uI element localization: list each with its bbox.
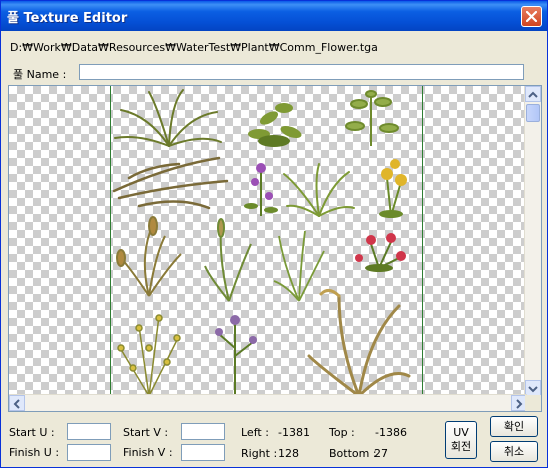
scroll-up-button[interactable] [525, 86, 541, 102]
top-value: -1386 [375, 426, 407, 439]
finish-u-input[interactable] [67, 444, 111, 461]
thin-grass-sprite [273, 230, 325, 302]
bottom-label: Bottom : [329, 447, 377, 460]
title-bar[interactable]: 풀 Texture Editor [1, 1, 547, 31]
plant-atlas [112, 89, 411, 396]
reed-sprite [204, 218, 252, 302]
name-input[interactable] [79, 64, 524, 80]
scroll-corner [525, 395, 541, 411]
start-v-label: Start V : [123, 426, 169, 439]
right-value: 128 [278, 447, 299, 460]
vertical-scroll-thumb[interactable] [526, 104, 540, 122]
right-label: Right : [241, 447, 278, 460]
ok-button[interactable]: 확인 [490, 416, 538, 437]
finish-u-label: Finish U : [9, 446, 60, 459]
wheat-sprite [116, 216, 182, 297]
left-label: Left : [241, 426, 269, 439]
grass-sprite [114, 89, 222, 147]
millet-sprite [307, 289, 411, 396]
yellow-shrub-sprite [117, 314, 181, 396]
texture-editor-window: 풀 Texture Editor D:₩Work₩Data₩Resources₩… [0, 0, 548, 468]
finish-v-input[interactable] [181, 444, 225, 461]
uv-rotate-button[interactable]: UV 회전 [445, 421, 477, 459]
top-label: Top : [329, 426, 355, 439]
bottom-value: 27 [374, 447, 388, 460]
close-icon [526, 11, 537, 22]
fallen-grass-sprite [112, 156, 229, 210]
red-flower-sprite [355, 233, 406, 272]
left-value: -1381 [278, 426, 310, 439]
start-v-input[interactable] [181, 423, 225, 440]
cancel-button[interactable]: 취소 [490, 441, 538, 462]
finish-v-label: Finish V : [123, 446, 173, 459]
start-u-input[interactable] [67, 423, 111, 440]
yellow-flower-sprite [379, 159, 407, 218]
scroll-down-button[interactable] [525, 380, 541, 396]
tuft-sprite [283, 163, 355, 217]
vertical-scrollbar[interactable] [524, 86, 541, 396]
purple-flower-sprite [244, 163, 278, 216]
arrow-up-icon [528, 91, 538, 98]
uv-rotate-line-1: UV [453, 426, 469, 439]
arrow-right-icon [516, 399, 523, 409]
scroll-left-button[interactable] [9, 395, 25, 411]
texture-path: D:₩Work₩Data₩Resources₩WaterTest₩Plant₩C… [10, 41, 378, 54]
window-title: 풀 Texture Editor [7, 11, 128, 26]
leafy-plant-sprite [248, 103, 302, 147]
start-u-label: Start U : [9, 426, 55, 439]
thistle-sprite [215, 315, 257, 396]
arrow-left-icon [13, 399, 20, 409]
herb-sprite [345, 90, 399, 146]
horizontal-scrollbar[interactable] [9, 394, 527, 411]
close-button[interactable] [521, 6, 542, 27]
arrow-down-icon [528, 386, 538, 393]
texture-preview[interactable] [8, 85, 542, 412]
name-label: 풀 Name : [13, 68, 67, 81]
uv-rotate-line-2: 회전 [450, 440, 472, 453]
